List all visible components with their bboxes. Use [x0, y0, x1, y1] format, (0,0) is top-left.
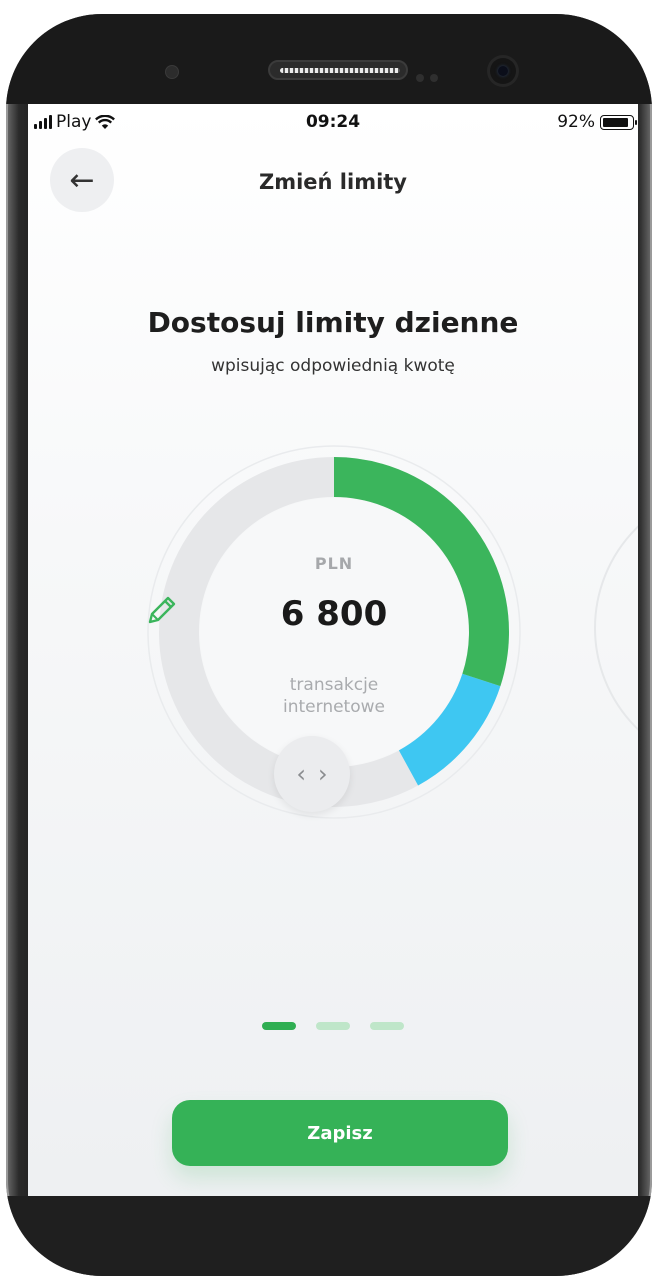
gauge-drag-handle[interactable]: ‹ ›	[274, 736, 350, 812]
limit-type-line1: transakcje	[289, 675, 379, 695]
page-dot[interactable]	[316, 1022, 350, 1030]
camera-icon	[490, 58, 516, 84]
section-title: Dostosuj limity dzienne	[147, 306, 519, 339]
status-time: 09:24	[305, 112, 361, 132]
app-screen: Play 09:24 92% ← Zmień limity Dostosuj l…	[28, 104, 638, 1196]
section-subtitle: wpisując odpowiednią kwotę	[211, 356, 455, 376]
currency-label: PLN	[314, 554, 354, 573]
save-button[interactable]: Zapisz	[172, 1100, 508, 1166]
status-right: 92%	[557, 112, 637, 132]
limit-gauge[interactable]: PLN 6 800 transakcje internetowe ‹ ›	[144, 442, 524, 822]
chevron-left-icon: ‹	[296, 760, 306, 788]
phone-top-bezel	[6, 14, 652, 104]
battery-icon	[600, 114, 637, 130]
amount-row[interactable]: 6 800	[144, 594, 524, 634]
sensor-dots-icon	[416, 67, 456, 82]
speaker-icon	[268, 60, 408, 80]
pencil-icon[interactable]	[144, 594, 178, 628]
page-title: Zmień limity	[258, 170, 407, 194]
page-dot[interactable]	[370, 1022, 404, 1030]
limit-type-line2: internetowe	[283, 697, 385, 717]
status-bar: Play 09:24 92%	[28, 104, 638, 140]
page-indicator	[28, 1022, 638, 1030]
chevron-right-icon: ›	[318, 760, 328, 788]
next-gauge-preview[interactable]	[594, 486, 638, 770]
page-dot[interactable]	[262, 1022, 296, 1030]
sensor-icon	[166, 66, 178, 78]
battery-percent: 92%	[557, 112, 595, 132]
limit-amount[interactable]: 6 800	[281, 594, 387, 634]
limit-type-label: transakcje internetowe	[144, 674, 524, 718]
phone-bottom-bezel	[6, 1196, 652, 1276]
phone-frame: Play 09:24 92% ← Zmień limity Dostosuj l…	[6, 14, 652, 1276]
